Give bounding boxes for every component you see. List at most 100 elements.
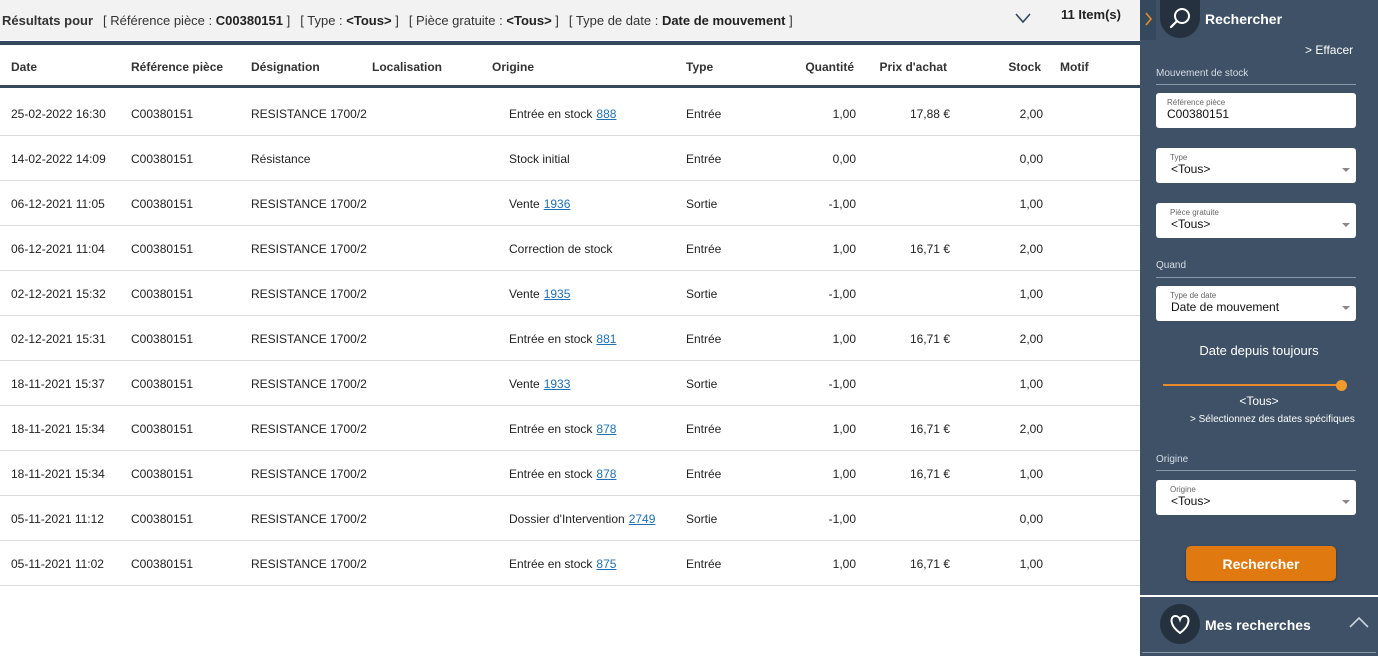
clear-link[interactable]: > Effacer — [1305, 43, 1353, 57]
cell-date: 02-12-2021 15:32 — [11, 287, 106, 301]
cell-stock: 2,00 — [990, 107, 1043, 121]
cell-origine: Stock initial — [509, 152, 570, 166]
table-row[interactable]: 25-02-2022 16:30 C00380151 RESISTANCE 1700… — [0, 91, 1140, 136]
cell-designation: RESISTANCE 1700/2 — [251, 287, 367, 301]
column-header-quantite[interactable]: Quantité — [790, 60, 854, 74]
origine-select[interactable]: Origine <Tous> — [1156, 480, 1356, 515]
cell-stock-text: 2,00 — [1019, 242, 1043, 256]
cell-quantite-text: 1,00 — [832, 242, 856, 256]
document-link[interactable]: 888 — [596, 107, 616, 121]
cell-stock-text: 1,00 — [1019, 287, 1043, 301]
document-link[interactable]: 1936 — [544, 197, 571, 211]
date-slider-thumb[interactable] — [1336, 380, 1347, 391]
cell-prix-text: 16,71 € — [909, 422, 950, 436]
search-criteria-bar: Résultats pour [ Référence pièce : C0038… — [0, 0, 1140, 40]
table-row[interactable]: 02-12-2021 15:31 C00380151 RESISTANCE 1700… — [0, 316, 1140, 361]
cell-quantite-text: 0,00 — [832, 152, 856, 166]
select-specific-dates-link[interactable]: > Sélectionnez des dates spécifiques — [1190, 414, 1355, 425]
reference-field-label: Référence pièce — [1167, 98, 1226, 107]
document-link[interactable]: 881 — [596, 332, 616, 346]
cell-type: Entrée — [686, 242, 721, 256]
cell-quantite: 1,00 — [790, 422, 856, 436]
cell-designation: RESISTANCE 1700/2 — [251, 242, 367, 256]
column-header-origine[interactable]: Origine — [492, 60, 534, 74]
cell-prix: 16,71 € — [870, 557, 950, 571]
column-header-localisation[interactable]: Localisation — [372, 60, 442, 74]
dropdown-caret-icon — [1342, 306, 1350, 310]
cell-designation: RESISTANCE 1700/2 — [251, 512, 367, 526]
free-part-select[interactable]: Pièce gratuite <Tous> — [1156, 203, 1356, 238]
cell-reference-text: C00380151 — [131, 332, 194, 346]
date-type-select[interactable]: Type de date Date de mouvement — [1156, 286, 1356, 321]
criteria-reference: [ Référence pièce : C00380151 ] — [103, 12, 291, 28]
column-header-prix[interactable]: Prix d'achat — [870, 60, 947, 74]
column-header-type[interactable]: Type — [686, 60, 713, 74]
table-row[interactable]: 18-11-2021 15:37 C00380151 RESISTANCE 1700… — [0, 361, 1140, 406]
cell-designation-text: RESISTANCE 1700/2 — [251, 512, 367, 526]
cell-quantite-text: 1,00 — [832, 332, 856, 346]
cell-origine-text: Stock initial — [509, 152, 570, 166]
document-link[interactable]: 878 — [596, 422, 616, 436]
cell-designation: RESISTANCE 1700/2 — [251, 377, 367, 391]
column-header-stock[interactable]: Stock — [990, 60, 1041, 74]
table-row[interactable]: 18-11-2021 15:34 C00380151 RESISTANCE 1700… — [0, 406, 1140, 451]
collapse-panel-tab[interactable] — [1140, 0, 1156, 40]
document-link[interactable]: 1935 — [544, 287, 571, 301]
cell-designation-text: RESISTANCE 1700/2 — [251, 242, 367, 256]
cell-type-text: Sortie — [686, 197, 718, 211]
cell-date-text: 06-12-2021 11:04 — [11, 242, 105, 256]
table-row[interactable]: 18-11-2021 15:34 C00380151 RESISTANCE 1700… — [0, 451, 1140, 496]
chevron-down-icon[interactable] — [1013, 10, 1033, 26]
cell-type-text: Sortie — [686, 377, 718, 391]
origine-select-value: <Tous> — [1171, 494, 1211, 508]
cell-type: Sortie — [686, 197, 717, 211]
date-slider-value: <Tous> — [1239, 394, 1279, 408]
date-type-select-value: Date de mouvement — [1171, 300, 1280, 314]
cell-reference-text: C00380151 — [131, 152, 194, 166]
type-select[interactable]: Type <Tous> — [1156, 148, 1356, 183]
cell-type-text: Entrée — [686, 242, 722, 256]
cell-quantite: 1,00 — [790, 107, 856, 121]
column-header-reference[interactable]: Référence pièce — [131, 60, 223, 74]
section-label-quand: Quand — [1156, 260, 1187, 271]
cell-origine: Entrée en stock 888 — [509, 107, 616, 121]
date-slider-track[interactable] — [1163, 384, 1341, 386]
cell-date: 18-11-2021 15:37 — [11, 377, 105, 391]
table-row[interactable]: 06-12-2021 11:04 C00380151 RESISTANCE 1700… — [0, 226, 1140, 271]
table-row[interactable]: 06-12-2021 11:05 C00380151 RESISTANCE 1700… — [0, 181, 1140, 226]
table-row[interactable]: 05-11-2021 11:02 C00380151 RESISTANCE 1700… — [0, 541, 1140, 586]
column-header-date[interactable]: Date — [11, 60, 37, 74]
cell-designation-text: RESISTANCE 1700/2 — [251, 197, 367, 211]
column-header-designation[interactable]: Désignation — [251, 60, 320, 74]
cell-type-text: Sortie — [686, 512, 718, 526]
column-header-motif[interactable]: Motif — [1060, 60, 1089, 74]
cell-type: Entrée — [686, 332, 721, 346]
cell-quantite: 1,00 — [790, 332, 856, 346]
document-link[interactable]: 875 — [596, 557, 616, 571]
cell-reference-text: C00380151 — [131, 557, 194, 571]
document-link[interactable]: 1933 — [544, 377, 571, 391]
cell-stock: 2,00 — [990, 332, 1043, 346]
section-label-mouvement: Mouvement de stock — [1156, 68, 1249, 79]
dropdown-caret-icon — [1342, 223, 1350, 227]
search-button[interactable]: Rechercher — [1186, 546, 1336, 581]
chevron-up-icon[interactable] — [1348, 615, 1370, 629]
reference-field-value: C00380151 — [1167, 107, 1230, 121]
cell-stock-text: 1,00 — [1019, 197, 1043, 211]
document-link[interactable]: 2749 — [629, 512, 656, 526]
cell-origine-text: Entrée en stock — [509, 467, 593, 481]
cell-stock: 0,00 — [990, 512, 1043, 526]
cell-prix: 16,71 € — [870, 332, 950, 346]
cell-designation: RESISTANCE 1700/2 — [251, 332, 367, 346]
table-row[interactable]: 05-11-2021 11:12 C00380151 RESISTANCE 1700… — [0, 496, 1140, 541]
table-row[interactable]: 02-12-2021 15:32 C00380151 RESISTANCE 1700… — [0, 271, 1140, 316]
cell-stock-text: 2,00 — [1019, 422, 1043, 436]
cell-type: Sortie — [686, 287, 717, 301]
date-range-label: Date depuis toujours — [1199, 343, 1319, 358]
document-link[interactable]: 878 — [596, 467, 616, 481]
reference-field[interactable]: Référence pièce C00380151 — [1156, 93, 1356, 128]
section-divider — [1156, 470, 1356, 471]
table-row[interactable]: 14-02-2022 14:09 C00380151 Résistance Stock… — [0, 136, 1140, 181]
cell-origine-text: Entrée en stock — [509, 422, 593, 436]
cell-quantite-text: -1,00 — [828, 287, 856, 301]
